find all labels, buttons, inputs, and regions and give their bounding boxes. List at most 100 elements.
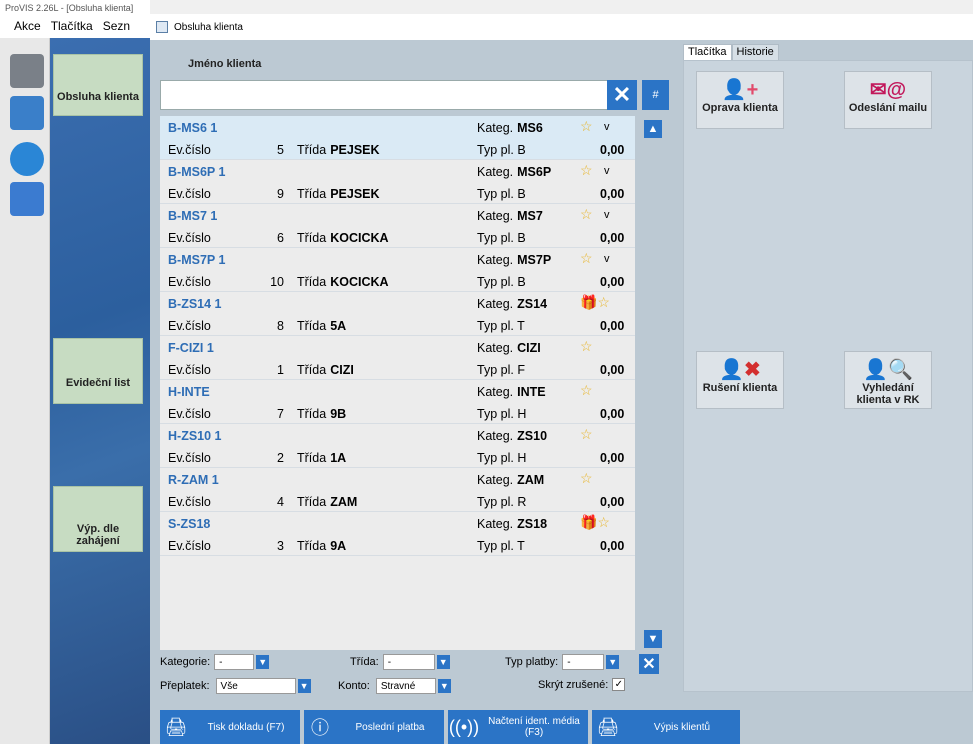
star-icon[interactable]: ☆ xyxy=(580,118,593,135)
puzzle-icon[interactable] xyxy=(10,96,44,130)
trida-label: Třída xyxy=(297,275,327,289)
list-item[interactable]: F-CIZI 1 Kateg. CIZI ☆ Ev.číslo 1 Třída CIZI Typ… xyxy=(160,336,635,380)
star-icon[interactable]: ☆ xyxy=(580,426,593,443)
trida-value: 9B xyxy=(330,407,347,421)
tab-tlacitka[interactable]: Tlačítka xyxy=(683,44,732,60)
kategorie-value: - xyxy=(219,656,223,668)
trida-value: 1A xyxy=(330,451,347,465)
ev-number: 2 xyxy=(277,451,284,465)
typ-value: B xyxy=(517,275,526,289)
client-list[interactable]: B-MS6 1 Kateg. MS6 ☆ v Ev.číslo 5 Třída PEJSEK Ty… xyxy=(160,116,635,650)
clear-search-button[interactable]: ✕ xyxy=(607,80,637,110)
oprava-klienta-button[interactable]: 👤+ Oprava klienta xyxy=(696,71,784,129)
menu-sezn[interactable]: Sezn xyxy=(103,19,130,33)
tab-content: 👤+ Oprava klienta ✉@ Odeslání mailu 👤✖ R… xyxy=(683,60,973,692)
clear-filters-button[interactable]: ✕ xyxy=(639,654,659,674)
kategorie-dropdown-icon[interactable]: ▼ xyxy=(256,655,270,669)
trida-value: 5A xyxy=(330,319,347,333)
amount: 0,00 xyxy=(600,319,625,333)
konto-select[interactable]: Stravné xyxy=(375,678,436,694)
scroll-up-button[interactable]: ▲ xyxy=(644,120,662,138)
menu-tlacitka[interactable]: Tlačítka xyxy=(51,19,93,33)
arrow-up-icon: ▲ xyxy=(647,123,659,135)
window-icon xyxy=(156,21,168,33)
posledni-platba-label: Poslední platba xyxy=(355,721,425,733)
typ-field: Typ pl. B xyxy=(477,231,526,245)
close-icon: ✕ xyxy=(642,656,656,673)
star-icon[interactable]: ☆ xyxy=(580,382,593,399)
list-item[interactable]: B-ZS14 1 Kateg. ZS14 🎁☆ Ev.číslo 8 Třída 5A Typ … xyxy=(160,292,635,336)
preplatek-dropdown-icon[interactable]: ▼ xyxy=(297,679,311,693)
trida-dropdown-icon[interactable]: ▼ xyxy=(436,655,450,669)
star-icon[interactable]: ☆ xyxy=(580,470,593,487)
info-icon: ⓘ xyxy=(311,718,329,738)
kateg-field: Kateg. MS7 xyxy=(477,209,543,223)
client-code: H-ZS10 1 xyxy=(168,429,222,443)
ev-label: Ev.číslo xyxy=(168,319,211,333)
star-icon[interactable]: ☆ xyxy=(580,162,593,179)
trida-field: Třída 9A xyxy=(297,539,346,553)
client-list-area: Jméno klienta ✕ # ▲ ▼ B-MS6 1 Kateg. MS6 ☆ v… xyxy=(150,40,740,744)
list-item[interactable]: B-MS7 1 Kateg. MS7 ☆ v Ev.číslo 6 Třída KOCICKA T… xyxy=(160,204,635,248)
typ-value: B xyxy=(517,231,526,245)
typ-label: Typ pl. xyxy=(477,539,514,553)
posledni-platba-button[interactable]: ⓘ Poslední platba xyxy=(304,710,444,744)
list-item[interactable]: S-ZS18 Kateg. ZS18 🎁☆ Ev.číslo 3 Třída 9A Typ pl… xyxy=(160,512,635,556)
hash-button[interactable]: # xyxy=(642,80,669,110)
typ-label: Typ pl. xyxy=(477,495,514,509)
amount: 0,00 xyxy=(600,187,625,201)
star-icon[interactable]: 🎁☆ xyxy=(580,294,610,311)
star-icon[interactable]: ☆ xyxy=(580,250,593,267)
preplatek-select[interactable]: Vše xyxy=(215,678,296,694)
trida-label: Třída xyxy=(297,407,327,421)
list-item[interactable]: H-INTE Kateg. INTE ☆ Ev.číslo 7 Třída 9B Typ pl.… xyxy=(160,380,635,424)
star-icon[interactable]: ☆ xyxy=(580,338,593,355)
trida-label: Třída xyxy=(297,319,327,333)
star-icon[interactable]: 🎁☆ xyxy=(580,514,610,531)
client-code: B-MS6 1 xyxy=(168,121,218,135)
vyp-dle-zahajeni-button[interactable]: Výp. dle zahájení xyxy=(53,486,143,552)
skryt-zrusene-checkbox[interactable]: ✓ xyxy=(612,678,626,691)
ruseni-klienta-button[interactable]: 👤✖ Rušení klienta xyxy=(696,351,784,409)
app-side-toolbar xyxy=(0,38,50,744)
typ-value: T xyxy=(517,319,525,333)
kateg-label: Kateg. xyxy=(477,297,514,311)
kateg-value: ZS10 xyxy=(517,429,548,443)
vyhledani-klienta-button[interactable]: 👤🔍 Vyhledání klienta v RK xyxy=(844,351,932,409)
evidencni-list-button[interactable]: Evideční list xyxy=(53,338,143,404)
kateg-label: Kateg. xyxy=(477,385,514,399)
star-icon[interactable]: ☆ xyxy=(580,206,593,223)
typ-platby-dropdown-icon[interactable]: ▼ xyxy=(606,655,620,669)
list-item[interactable]: B-MS6 1 Kateg. MS6 ☆ v Ev.číslo 5 Třída PEJSEK Ty… xyxy=(160,116,635,160)
list-item[interactable]: B-MS7P 1 Kateg. MS7P ☆ v Ev.číslo 10 Třída KOCIC… xyxy=(160,248,635,292)
trida-value: KOCICKA xyxy=(330,231,389,245)
menu-akce[interactable]: Akce xyxy=(14,19,41,33)
nacteni-media-label: Načtení ident. média (F3) xyxy=(488,716,580,738)
nacteni-media-button[interactable]: ((•)) Načtení ident. média (F3) xyxy=(448,710,588,744)
gears-icon[interactable] xyxy=(10,54,44,88)
list-item[interactable]: R-ZAM 1 Kateg. ZAM ☆ Ev.číslo 4 Třída ZAM Typ pl… xyxy=(160,468,635,512)
tab-historie[interactable]: Historie xyxy=(731,44,779,60)
konto-dropdown-icon[interactable]: ▼ xyxy=(437,679,451,693)
trida-select[interactable]: - xyxy=(382,654,435,670)
v-marker: v xyxy=(604,121,610,133)
odeslani-mailu-button[interactable]: ✉@ Odeslání mailu xyxy=(844,71,932,129)
chat-icon[interactable] xyxy=(10,142,44,176)
list-item[interactable]: H-ZS10 1 Kateg. ZS10 ☆ Ev.číslo 2 Třída 1A Typ p… xyxy=(160,424,635,468)
obsluha-klienta-button[interactable]: Obsluha klienta xyxy=(53,54,143,116)
search-user-icon: 👤🔍 xyxy=(863,359,913,381)
client-search-input[interactable] xyxy=(160,80,615,110)
tisk-dokladu-button[interactable]: 🖨 Tisk dokladu (F7) xyxy=(160,710,300,744)
kateg-value: INTE xyxy=(517,385,546,399)
kateg-field: Kateg. INTE xyxy=(477,385,546,399)
list-item[interactable]: B-MS6P 1 Kateg. MS6P ☆ v Ev.číslo 9 Třída PEJSEK… xyxy=(160,160,635,204)
ev-number: 7 xyxy=(277,407,284,421)
scroll-down-button[interactable]: ▼ xyxy=(644,630,662,648)
binders-icon[interactable] xyxy=(10,182,44,216)
typ-platby-select[interactable]: - xyxy=(562,654,605,670)
client-code: B-MS6P 1 xyxy=(168,165,226,179)
rfid-icon: ((•)) xyxy=(448,716,480,737)
kategorie-select[interactable]: - xyxy=(214,654,255,670)
kateg-label: Kateg. xyxy=(477,121,514,135)
ev-label: Ev.číslo xyxy=(168,187,211,201)
